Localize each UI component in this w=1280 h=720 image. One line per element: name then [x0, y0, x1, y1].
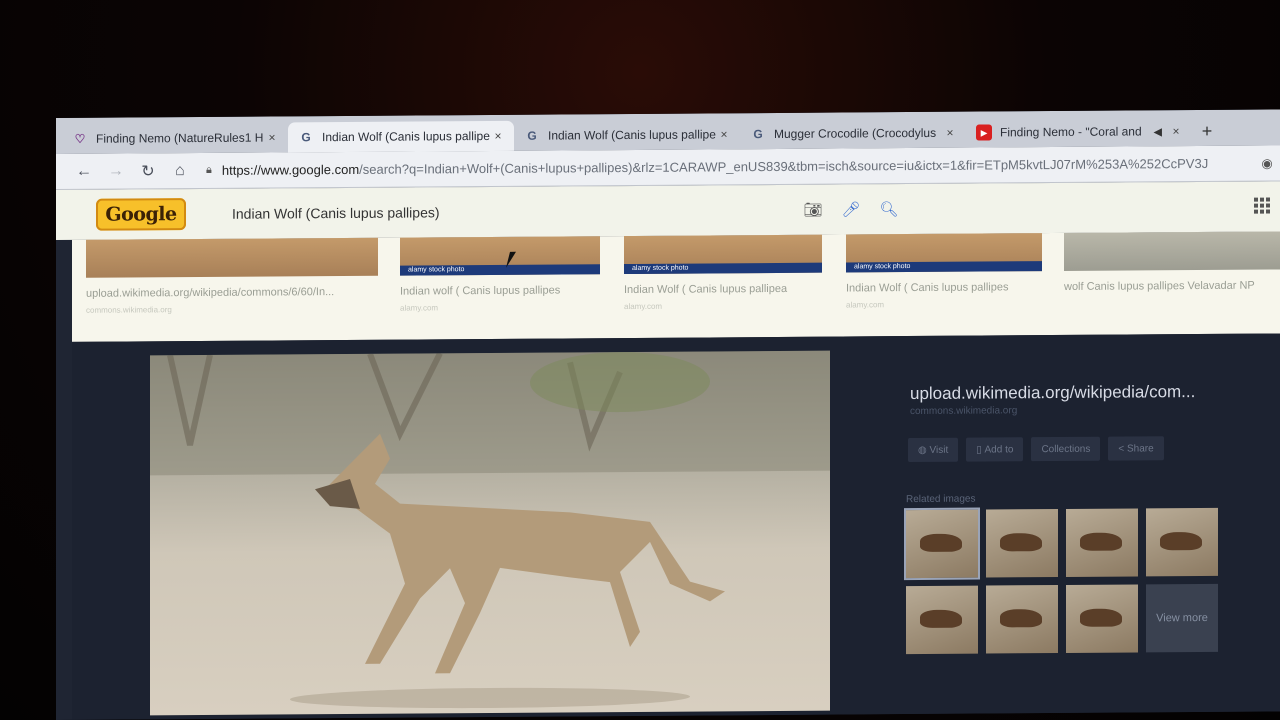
share-button[interactable]: < Share — [1108, 436, 1164, 461]
close-icon[interactable]: × — [264, 130, 280, 144]
tab-title: Finding Nemo (NatureRules1 H — [96, 130, 264, 146]
address-bar[interactable]: 🔒︎ https://www.google.com /search?q=Indi… — [196, 149, 1246, 184]
google-logo[interactable]: Google — [96, 198, 186, 231]
related-image[interactable] — [986, 585, 1058, 654]
tab-finding-nemo[interactable]: ♡ Finding Nemo (NatureRules1 H × — [62, 122, 288, 154]
youtube-icon: ▶ — [976, 124, 992, 141]
google-icon: G — [527, 128, 537, 143]
result-caption[interactable]: Indian Wolf ( Canis lupus pallipes — [846, 281, 1042, 294]
result-thumbnail[interactable]: wolf Canis lupus pallipes Velavadar NP — [1064, 231, 1280, 299]
reload-icon[interactable]: ↻ — [132, 157, 164, 185]
result-source — [1064, 297, 1280, 299]
result-source: commons.wikimedia.org — [86, 305, 172, 315]
speaker-icon[interactable]: ◀ — [1154, 125, 1162, 138]
new-tab-button[interactable]: + — [1192, 116, 1222, 146]
result-image[interactable]: alamy stock photo — [846, 233, 1042, 273]
camera-icon[interactable]: 📷︎ — [794, 201, 832, 219]
lock-icon: 🔒︎ — [206, 163, 212, 176]
tab-title: Indian Wolf (Canis lupus pallipe — [548, 127, 716, 143]
browser-window: ♡ Finding Nemo (NatureRules1 H × G India… — [56, 109, 1280, 720]
preview-image[interactable] — [150, 350, 830, 716]
result-caption[interactable]: Indian wolf ( Canis lupus pallipes — [400, 284, 600, 297]
result-source: alamy.com — [624, 301, 663, 312]
extension-icon[interactable]: ◉ — [1254, 155, 1280, 171]
close-icon[interactable]: × — [1168, 124, 1184, 138]
collections-button[interactable]: Collections — [1031, 436, 1101, 462]
globe-icon: ◍ — [918, 444, 930, 456]
back-icon[interactable]: ← — [68, 157, 100, 185]
tab-mugger-crocodile[interactable]: G Mugger Crocodile (Crocodylus × — [740, 118, 966, 150]
related-images-label: Related images — [906, 493, 976, 506]
tab-finding-nemo-youtube[interactable]: ▶ Finding Nemo - "Coral and ◀ × — [966, 116, 1192, 148]
result-source: alamy.com — [846, 300, 885, 310]
apps-grid-icon[interactable] — [1254, 197, 1270, 214]
forward-icon[interactable]: → — [100, 157, 132, 185]
related-image[interactable] — [1146, 507, 1218, 577]
image-preview-panel: upload.wikimedia.org/wikipedia/com... co… — [72, 333, 1280, 720]
tab-title: Mugger Crocodile (Crocodylus — [774, 125, 937, 141]
result-caption[interactable]: upload.wikimedia.org/wikipedia/commons/6… — [86, 286, 378, 300]
related-image[interactable] — [1066, 508, 1138, 577]
preview-actions: ◍ Visit ▯ Add to Collections < Share — [908, 436, 1164, 463]
url-host: https://www.google.com — [221, 161, 360, 178]
preview-source-title[interactable]: upload.wikimedia.org/wikipedia/com... — [910, 382, 1195, 404]
add-to-button[interactable]: ▯ Add to — [966, 437, 1024, 462]
microphone-icon[interactable]: 🎤︎ — [832, 200, 870, 218]
result-image[interactable]: alamy stock photo — [400, 236, 600, 276]
preview-source-domain: commons.wikimedia.org — [910, 405, 1018, 418]
stock-watermark: alamy stock photo — [400, 264, 600, 276]
result-image[interactable] — [86, 237, 378, 278]
google-icon: G — [753, 127, 763, 142]
heart-icon: ♡ — [74, 131, 86, 146]
stock-watermark: alamy stock photo — [846, 261, 1042, 273]
visit-button[interactable]: ◍ Visit — [908, 437, 959, 463]
result-caption[interactable]: wolf Canis lupus pallipes Velavadar NP — [1064, 279, 1280, 293]
result-thumbnail[interactable]: alamy stock photo Indian wolf ( Canis lu… — [400, 236, 600, 313]
related-image[interactable] — [1066, 584, 1138, 653]
image-results-strip: upload.wikimedia.org/wikipedia/commons/6… — [72, 231, 1280, 465]
close-icon[interactable]: × — [942, 126, 958, 140]
related-image[interactable] — [986, 509, 1058, 578]
bookmark-icon: ▯ — [976, 444, 985, 456]
search-icon[interactable]: 🔍︎ — [870, 200, 908, 218]
result-image[interactable]: alamy stock photo — [624, 234, 822, 275]
google-search-header: Google Indian Wolf (Canis lupus pallipes… — [56, 181, 1280, 240]
result-source: alamy.com — [400, 303, 439, 313]
share-icon: < — [1118, 443, 1127, 455]
result-image[interactable] — [1064, 231, 1280, 271]
url-path: /search?q=Indian+Wolf+(Canis+lupus+palli… — [359, 155, 1209, 177]
view-more-button[interactable]: View more — [1146, 583, 1218, 653]
close-icon[interactable]: × — [490, 129, 506, 143]
related-images-grid: View more — [904, 507, 1218, 655]
result-thumbnail[interactable]: alamy stock photo Indian Wolf ( Canis lu… — [624, 234, 822, 312]
close-icon[interactable]: × — [716, 127, 732, 141]
stock-watermark: alamy stock photo — [624, 262, 822, 275]
related-image[interactable] — [906, 585, 978, 655]
result-thumbnail[interactable]: alamy stock photo Indian Wolf ( Canis lu… — [846, 233, 1042, 309]
tab-indian-wolf-active[interactable]: G Indian Wolf (Canis lupus pallipe × — [288, 120, 514, 153]
tab-title: Finding Nemo - "Coral and — [1000, 124, 1142, 140]
result-caption[interactable]: Indian Wolf ( Canis lupus pallipea — [624, 283, 822, 296]
home-icon[interactable]: ⌂ — [164, 157, 196, 185]
search-input[interactable]: Indian Wolf (Canis lupus pallipes) — [232, 203, 692, 221]
wolf-photo — [150, 350, 830, 709]
related-image[interactable] — [904, 507, 980, 581]
google-icon: G — [301, 130, 311, 145]
tab-title: Indian Wolf (Canis lupus pallipe — [322, 128, 490, 145]
tab-indian-wolf[interactable]: G Indian Wolf (Canis lupus pallipe × — [514, 119, 740, 151]
result-thumbnail[interactable]: upload.wikimedia.org/wikipedia/commons/6… — [86, 237, 378, 315]
